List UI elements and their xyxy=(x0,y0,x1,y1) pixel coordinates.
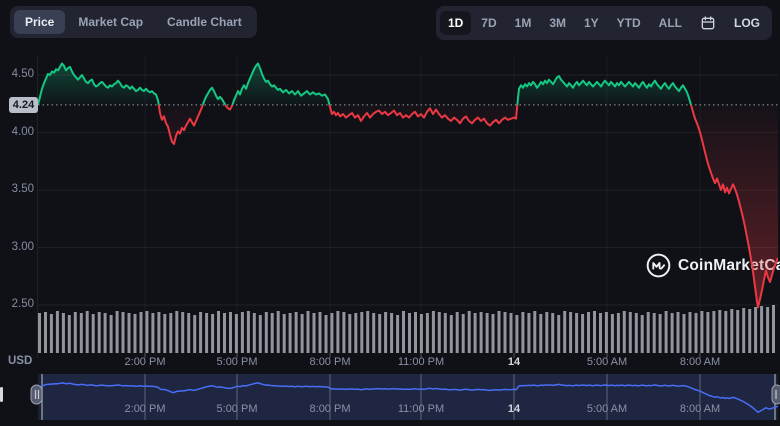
range-1m[interactable]: 1M xyxy=(507,11,540,35)
navigator-axis-label: 8:00 PM xyxy=(310,403,351,415)
navigator-axis-label: 8:00 AM xyxy=(680,403,720,415)
y-axis-label: 2.50 xyxy=(4,298,34,310)
navigator-axis-label: 14 xyxy=(508,403,520,415)
navigator[interactable] xyxy=(0,374,780,420)
navigator-left-handle[interactable] xyxy=(31,385,42,404)
x-axis-label: 2:00 PM xyxy=(125,356,166,368)
tab-price[interactable]: Price xyxy=(14,10,65,34)
range-ytd[interactable]: YTD xyxy=(609,11,649,35)
x-axis-label: 11:00 PM xyxy=(398,356,444,368)
navigator-axis-label: 5:00 PM xyxy=(217,403,258,415)
chart-type-tabs: PriceMarket CapCandle Chart xyxy=(10,6,257,38)
price-chart[interactable] xyxy=(0,0,780,426)
tab-market-cap[interactable]: Market Cap xyxy=(67,10,154,34)
x-axis-label: 8:00 PM xyxy=(310,356,351,368)
x-axis-label: 5:00 PM xyxy=(217,356,258,368)
range-3m[interactable]: 3M xyxy=(541,11,574,35)
calendar-button[interactable] xyxy=(692,10,724,36)
navigator-axis-label: 11:00 PM xyxy=(398,403,444,415)
navigator-right-handle[interactable] xyxy=(772,385,780,404)
x-axis-label: 8:00 AM xyxy=(680,356,720,368)
volume-bars xyxy=(38,305,775,353)
tab-candle-chart[interactable]: Candle Chart xyxy=(156,10,253,34)
range-tabs: 1D7D1M3M1YYTDALL LOG xyxy=(436,6,772,40)
y-axis-label: 4.50 xyxy=(4,68,34,80)
range-7d[interactable]: 7D xyxy=(473,11,504,35)
navigator-edge-marker xyxy=(0,387,3,402)
x-axis-label: 5:00 AM xyxy=(587,356,627,368)
y-axis-label: 4.00 xyxy=(4,126,34,138)
y-axis-label: 3.50 xyxy=(4,183,34,195)
area-above-baseline xyxy=(38,64,778,308)
x-axis-label: 14 xyxy=(508,356,520,368)
navigator-axis-label: 5:00 AM xyxy=(587,403,627,415)
range-1d[interactable]: 1D xyxy=(440,11,471,35)
calendar-icon xyxy=(700,15,716,31)
current-price-badge: 4.24 xyxy=(9,97,38,113)
navigator-axis-label: 2:00 PM xyxy=(125,403,166,415)
y-axis-label: 3.00 xyxy=(4,241,34,253)
log-scale-button[interactable]: LOG xyxy=(726,11,768,35)
currency-unit-label: USD xyxy=(8,355,32,367)
range-all[interactable]: ALL xyxy=(651,11,690,35)
coinmarketcap-chart-widget: CoinMarketCap PriceMarket CapCandle Char… xyxy=(0,0,780,426)
range-1y[interactable]: 1Y xyxy=(576,11,607,35)
